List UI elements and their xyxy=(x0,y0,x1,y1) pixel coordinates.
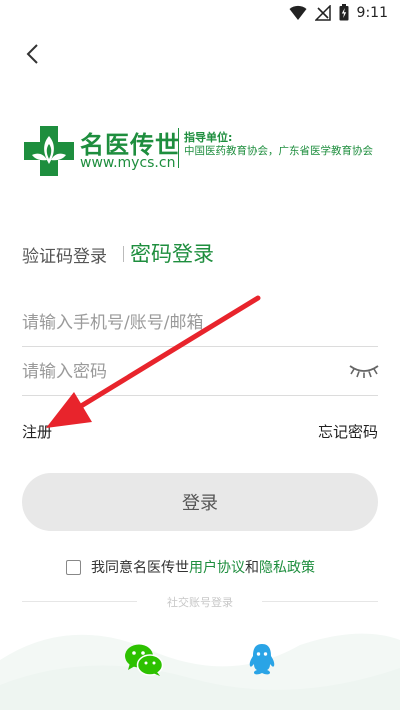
qq-icon[interactable] xyxy=(248,643,276,677)
agreement-and: 和 xyxy=(245,560,259,576)
agreement-checkbox[interactable] xyxy=(66,559,81,575)
medical-cross-logo-icon xyxy=(24,126,74,176)
battery-charging-icon xyxy=(339,4,349,21)
no-signal-icon xyxy=(314,4,331,21)
login-button[interactable]: 登录 xyxy=(22,473,378,531)
back-button[interactable] xyxy=(20,40,48,68)
tab-password-login[interactable]: 密码登录 xyxy=(130,238,214,268)
guide-title: 指导单位: xyxy=(184,131,233,144)
wifi-icon xyxy=(289,5,307,20)
account-input[interactable] xyxy=(22,300,378,347)
social-login-title: 社交账号登录 xyxy=(167,596,233,609)
password-input[interactable] xyxy=(22,349,340,396)
status-bar: 9:11 xyxy=(0,0,400,28)
brand-logo: 名医传世 www.mycs.cn 指导单位: 中国医药教育协会，广东省医学教育协… xyxy=(22,124,382,180)
eye-closed-icon[interactable] xyxy=(348,362,380,380)
logo-url: www.mycs.cn xyxy=(80,155,176,171)
user-agreement-link[interactable]: 用户协议 xyxy=(189,557,245,577)
logo-divider xyxy=(178,128,179,168)
status-time: 9:11 xyxy=(356,4,388,21)
agreement-row: 我同意名医传世 用户协议 和 隐私政策 xyxy=(66,557,315,577)
guide-text: 中国医药教育协会，广东省医学教育协会 xyxy=(184,145,373,157)
wechat-icon[interactable] xyxy=(124,643,164,677)
forgot-password-link[interactable]: 忘记密码 xyxy=(318,421,378,442)
chevron-left-icon xyxy=(26,44,38,64)
tab-sms-login[interactable]: 验证码登录 xyxy=(22,242,107,267)
tab-separator xyxy=(123,246,124,262)
password-underline xyxy=(340,395,378,396)
agreement-prefix: 我同意名医传世 xyxy=(91,560,189,576)
privacy-policy-link[interactable]: 隐私政策 xyxy=(259,557,315,577)
register-link[interactable]: 注册 xyxy=(22,421,52,442)
status-icons: 9:11 xyxy=(289,4,388,21)
